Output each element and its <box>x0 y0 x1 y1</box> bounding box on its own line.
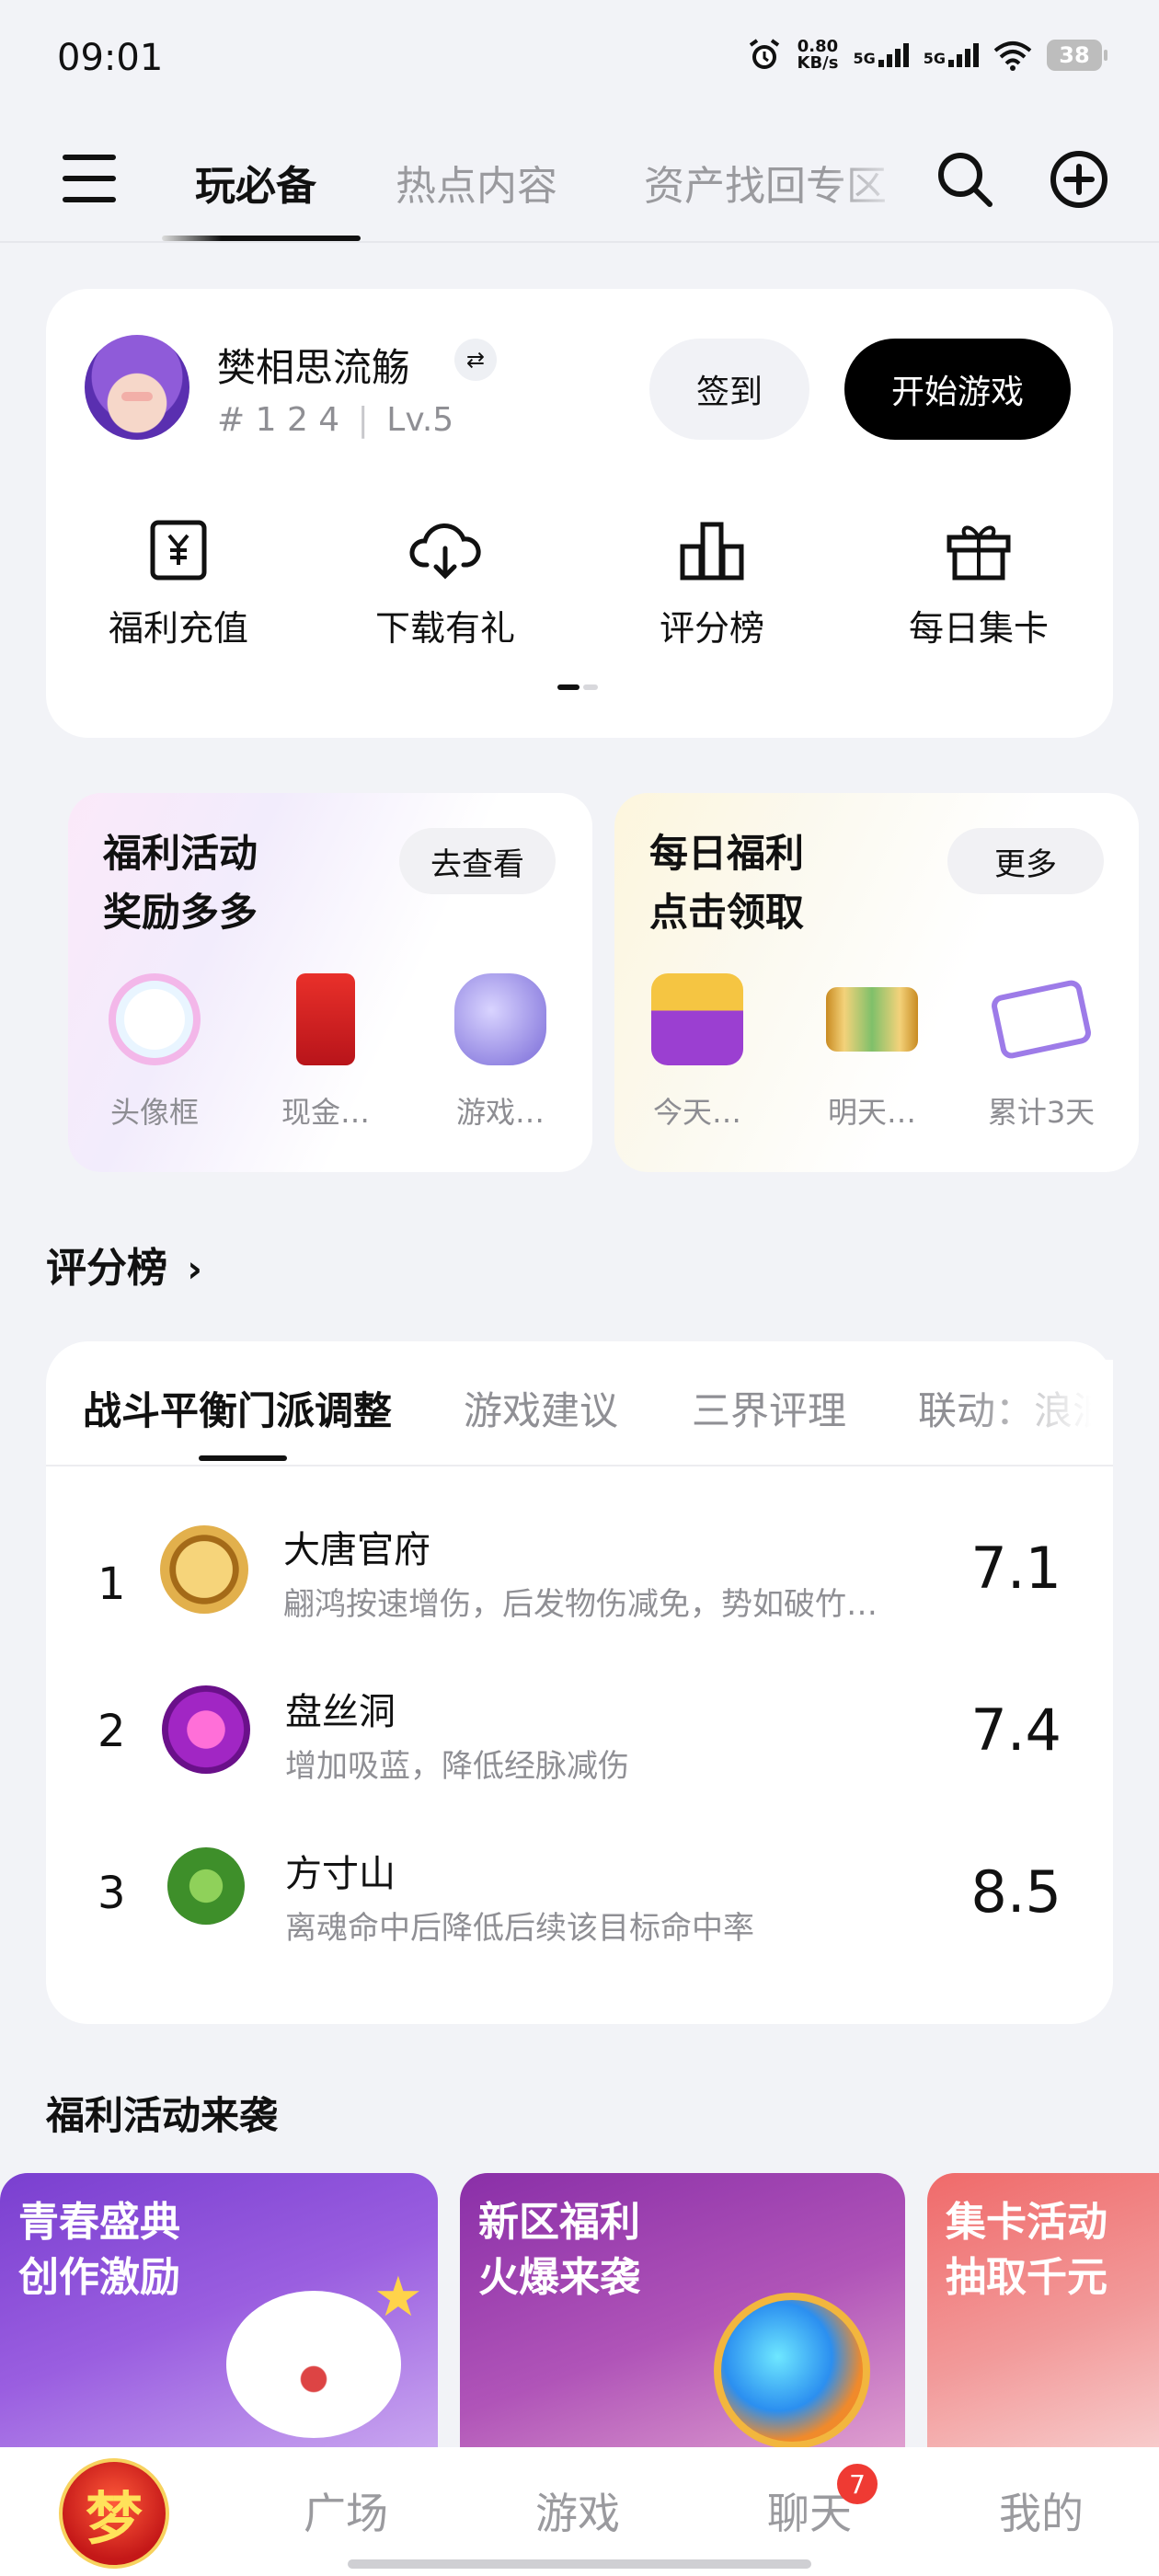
rank-number: 1 <box>98 1558 126 1610</box>
game-item-icon <box>454 973 546 1065</box>
rating-row[interactable]: 2 盘丝洞 增加吸蓝，降低经脉减伤 7.4 <box>46 1682 1113 1829</box>
scroll-icon <box>826 987 918 1052</box>
add-circle-icon[interactable] <box>1049 149 1109 210</box>
start-game-button[interactable]: 开始游戏 <box>844 339 1071 440</box>
avatar-frame-icon <box>109 973 201 1065</box>
app-logo-home[interactable]: 梦 <box>59 2458 169 2569</box>
reward-item[interactable]: 累计3天 <box>968 973 1115 1132</box>
sign-in-button[interactable]: 签到 <box>649 339 809 440</box>
player-meta: # 1 2 4 | Lv.5 <box>217 401 453 439</box>
quick-action-rating[interactable]: 评分榜 <box>620 519 804 650</box>
promo-card-collect[interactable]: 集卡活动 抽取千元 <box>927 2173 1159 2449</box>
datang-emblem-icon <box>160 1525 248 1614</box>
rating-tab-indicator <box>199 1455 287 1461</box>
home-indicator[interactable] <box>348 2559 811 2569</box>
bottom-nav: 梦 广场 游戏 聊天 7 我的 <box>0 2447 1159 2576</box>
status-time: 09:01 <box>57 37 164 79</box>
reward-item[interactable]: 头像框 <box>81 973 228 1132</box>
cloud-download-icon <box>409 523 481 580</box>
reward-item[interactable]: 今天… <box>624 973 771 1132</box>
promo-section-title: 福利活动来袭 <box>46 2093 279 2138</box>
nav-games[interactable]: 游戏 <box>535 2480 620 2541</box>
quick-action-daily-card[interactable]: 每日集卡 <box>887 519 1071 650</box>
signal-sim2-icon: 5G <box>924 43 979 67</box>
player-level: Lv.5 <box>386 401 454 439</box>
benefit-card-daily[interactable]: 每日福利 点击领取 更多 今天… 明天… 累计3天 <box>614 793 1139 1172</box>
rating-tab-suggestions[interactable]: 游戏建议 <box>464 1380 618 1436</box>
page-indicator <box>557 684 602 690</box>
rating-score: 8.5 <box>970 1858 1061 1926</box>
search-icon[interactable] <box>935 149 995 210</box>
sect-description: 翩鸿按速增伤，后发物伤减免，势如破竹… <box>283 1586 878 1623</box>
rank-number: 3 <box>98 1868 126 1919</box>
sect-name: 方寸山 <box>285 1853 396 1895</box>
signal-sim1-icon: 5G <box>853 43 909 67</box>
reward-item[interactable]: 现金… <box>252 973 399 1132</box>
rating-tab-balance[interactable]: 战斗平衡门派调整 <box>83 1380 392 1436</box>
sect-name: 大唐官府 <box>283 1529 430 1571</box>
promo-title: 新区福利 火爆来袭 <box>478 2199 640 2301</box>
rating-tab-arbitration[interactable]: 三界评理 <box>692 1380 846 1436</box>
network-speed: 0.80 KB/s <box>797 37 839 73</box>
quick-action-recharge[interactable]: 福利充值 <box>86 519 270 650</box>
alarm-icon <box>749 39 779 69</box>
promo-title: 青春盛典 创作激励 <box>18 2199 180 2301</box>
promo-card-new-server[interactable]: 新区福利 火爆来袭 <box>460 2173 905 2449</box>
promo-title: 集卡活动 抽取千元 <box>946 2199 1107 2301</box>
reward-item[interactable]: 明天… <box>798 973 946 1132</box>
benefit-card-title: 福利活动 奖励多多 <box>103 831 258 935</box>
player-name: 樊相思流觞 <box>217 345 411 390</box>
menu-icon[interactable] <box>63 155 116 202</box>
gift-icon <box>947 525 1011 581</box>
sect-description: 离魂命中后降低后续该目标命中率 <box>285 1910 754 1947</box>
tab-active-indicator <box>162 236 361 241</box>
reward-item[interactable]: 游戏… <box>427 973 574 1132</box>
wifi-icon <box>993 41 1032 71</box>
battery-icon: 38 <box>1047 40 1107 71</box>
profile-card: 樊相思流觞 ⇄ # 1 2 4 | Lv.5 签到 开始游戏 福利充值 下载有礼… <box>46 289 1113 738</box>
nav-plaza[interactable]: 广场 <box>304 2480 388 2541</box>
quick-action-download[interactable]: 下载有礼 <box>353 519 537 650</box>
star-icon: ★ <box>373 2265 423 2329</box>
rating-score: 7.4 <box>970 1696 1061 1764</box>
rating-score: 7.1 <box>970 1535 1061 1602</box>
rating-card: 战斗平衡门派调整 游戏建议 三界评理 联动：浪浪 1 大唐官府 翩鸿按速增伤，后… <box>46 1341 1113 2024</box>
red-envelope-icon <box>296 973 355 1065</box>
tab-must-play[interactable]: 玩必备 <box>195 153 316 212</box>
rating-row[interactable]: 3 方寸山 离魂命中后降低后续该目标命中率 8.5 <box>46 1844 1113 1991</box>
divider <box>46 1465 1113 1466</box>
sect-description: 增加吸蓝，降低经脉减伤 <box>285 1748 629 1785</box>
fangcun-emblem-icon <box>167 1847 245 1925</box>
card-frame-icon <box>989 978 1094 1061</box>
bar-chart-icon <box>680 522 744 581</box>
treasure-chest-icon <box>651 973 743 1065</box>
avatar[interactable] <box>85 335 189 440</box>
status-icons: 0.80 KB/s 5G 5G 38 <box>746 37 1107 74</box>
view-button[interactable]: 去查看 <box>399 828 556 894</box>
promo-card-youth[interactable]: 青春盛典 创作激励 ★ <box>0 2173 438 2449</box>
benefit-card-activities[interactable]: 福利活动 奖励多多 去查看 头像框 现金… 游戏… <box>68 793 592 1172</box>
yuan-card-icon <box>150 520 207 581</box>
orb-image <box>714 2293 870 2449</box>
pansi-emblem-icon <box>162 1685 250 1774</box>
meta-separator: | <box>357 401 369 439</box>
chevron-right-icon: › <box>187 1248 202 1291</box>
server-id: # 1 2 4 <box>217 401 340 439</box>
chat-unread-badge: 7 <box>837 2464 878 2504</box>
tab-fade <box>966 1360 1113 1461</box>
rank-number: 2 <box>98 1706 126 1757</box>
sect-name: 盘丝洞 <box>285 1691 396 1733</box>
tab-hot-content[interactable]: 热点内容 <box>396 153 557 212</box>
rating-section-header[interactable]: 评分榜 › <box>46 1235 202 1294</box>
more-button[interactable]: 更多 <box>947 828 1104 894</box>
status-bar: 09:01 0.80 KB/s 5G 5G 38 <box>0 0 1159 120</box>
top-nav: 玩必备 热点内容 资产找回专区 <box>0 129 1159 243</box>
switch-role-icon[interactable]: ⇄ <box>454 339 497 381</box>
rating-row[interactable]: 1 大唐官府 翩鸿按速增伤，后发物伤减免，势如破竹… 7.1 <box>46 1520 1113 1667</box>
nav-me[interactable]: 我的 <box>999 2480 1084 2541</box>
benefit-card-title: 每日福利 点击领取 <box>649 831 805 935</box>
tab-fade <box>828 129 929 239</box>
